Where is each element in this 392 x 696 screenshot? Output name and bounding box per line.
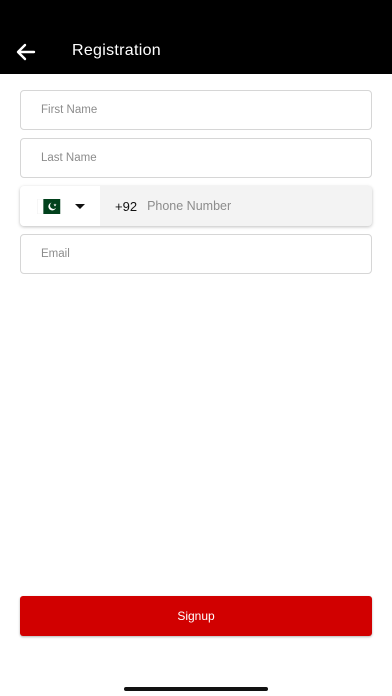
first-name-field: [20, 90, 372, 130]
last-name-input[interactable]: [21, 139, 371, 177]
first-name-input[interactable]: [21, 91, 371, 129]
email-field: [20, 234, 372, 274]
arrow-left-icon: [16, 43, 36, 61]
app-bar: Registration: [0, 0, 392, 74]
last-name-field: [20, 138, 372, 178]
email-input[interactable]: [21, 235, 371, 273]
back-button[interactable]: [14, 40, 38, 64]
page-title: Registration: [72, 42, 161, 59]
phone-number-input[interactable]: [147, 186, 372, 226]
phone-field: +92: [20, 186, 372, 226]
pakistan-flag-icon: [37, 198, 61, 214]
signup-button[interactable]: Signup: [20, 596, 372, 636]
caret-down-icon: [75, 203, 85, 209]
home-indicator: [124, 687, 268, 691]
country-code-picker[interactable]: [20, 186, 100, 226]
dial-code: +92: [115, 198, 138, 214]
